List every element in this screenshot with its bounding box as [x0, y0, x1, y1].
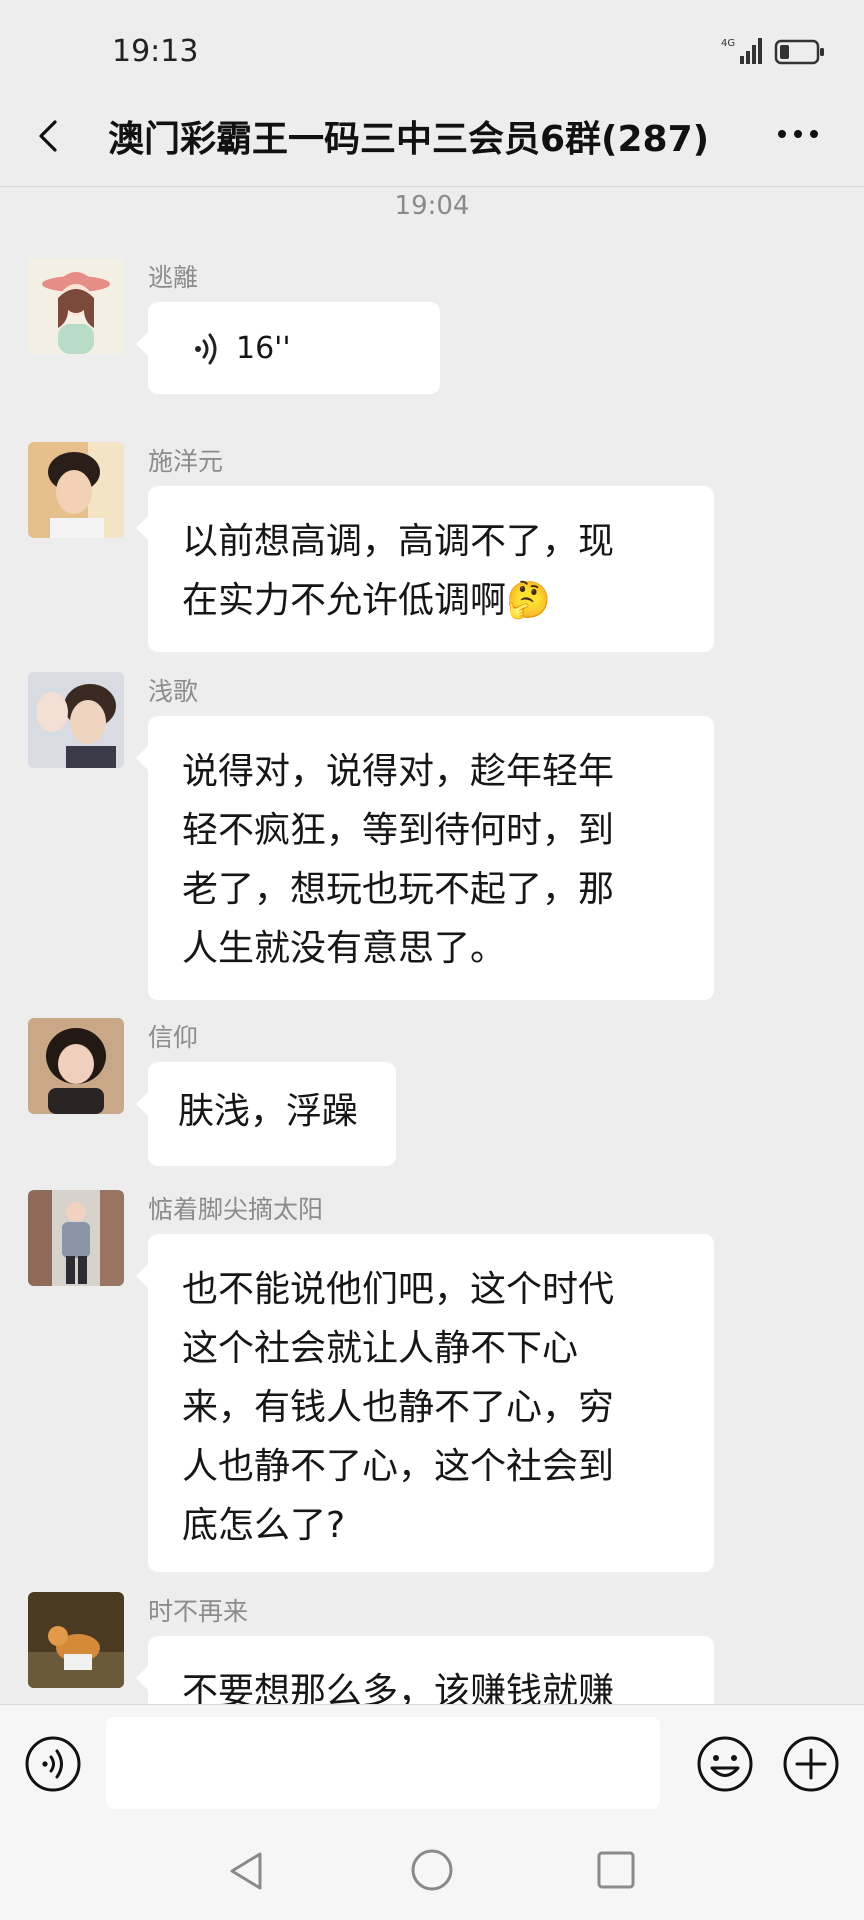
system-nav-bar	[0, 1820, 864, 1920]
avatar[interactable]	[28, 1592, 124, 1688]
message-text-line: 以前想高调，高调不了，现	[182, 521, 615, 562]
avatar[interactable]	[28, 1190, 124, 1286]
message-text-line: 轻不疯狂，等到待何时，到	[182, 810, 615, 851]
message-text-line: 这个社会就让人静不下心	[182, 1328, 579, 1369]
voice-input-icon[interactable]	[24, 1735, 82, 1793]
message-text-line: 底怎么了?	[182, 1505, 346, 1546]
text-message-bubble[interactable]: 说得对，说得对，趁年轻年 轻不疯狂，等到待何时，到 老了，想玩也玩不起了，那 人…	[136, 716, 714, 1000]
voice-message-bubble[interactable]: 16''	[136, 302, 440, 394]
message-text-line: 老了，想玩也玩不起了，那	[182, 869, 615, 910]
more-dots-icon[interactable]	[772, 112, 824, 156]
sender-name: 惦着脚尖摘太阳	[148, 1195, 324, 1224]
message-text-line: 不要想那么多，该赚钱就赚	[182, 1671, 615, 1704]
chat-input-bar	[0, 1704, 864, 1821]
message-text-line: 来，有钱人也静不了心，穷	[182, 1387, 615, 1428]
nav-recent-icon[interactable]	[594, 1848, 638, 1892]
text-message-bubble[interactable]: 也不能说他们吧，这个时代 这个社会就让人静不下心 来，有钱人也静不了心，穷 人也…	[136, 1234, 714, 1572]
message-text-line: 说得对，说得对，趁年轻年	[182, 751, 615, 792]
nav-back-icon[interactable]	[224, 1848, 270, 1894]
message-input[interactable]	[106, 1717, 660, 1809]
message-list[interactable]: 19:04 逃離 16'' 施洋元 以前想高调，高调不了，现 在实力不允许低调啊…	[0, 186, 864, 1704]
plus-icon[interactable]	[782, 1735, 840, 1793]
chat-header: 澳门彩霸王一码三中三会员6群(287)	[0, 100, 864, 187]
sender-name: 施洋元	[148, 447, 224, 476]
signal-icon: 4G	[721, 38, 762, 64]
avatar[interactable]	[28, 258, 124, 354]
sender-name: 逃離	[148, 263, 199, 292]
network-label: 4G	[721, 38, 735, 49]
sender-name: 时不再来	[148, 1597, 249, 1626]
nav-home-icon[interactable]	[408, 1846, 456, 1894]
message-text-line: 人也静不了心，这个社会到	[182, 1446, 615, 1487]
chat-title: 澳门彩霸王一码三中三会员6群(287)	[108, 119, 710, 160]
battery-icon	[774, 39, 824, 65]
voice-duration: 16''	[236, 331, 291, 366]
avatar[interactable]	[28, 1018, 124, 1114]
status-time: 19:13	[112, 34, 199, 69]
status-bar: 19:13 4G	[0, 0, 864, 100]
text-message-bubble[interactable]: 以前想高调，高调不了，现 在实力不允许低调啊🤔	[136, 486, 714, 652]
message-text-line: 在实力不允许低调啊🤔	[182, 580, 551, 621]
avatar[interactable]	[28, 442, 124, 538]
message-text-line: 也不能说他们吧，这个时代	[182, 1269, 615, 1310]
chevron-left-icon[interactable]	[28, 108, 68, 164]
avatar[interactable]	[28, 672, 124, 768]
text-message-bubble[interactable]: 肤浅，浮躁	[136, 1062, 396, 1166]
text-message-bubble[interactable]: 不要想那么多，该赚钱就赚	[136, 1636, 714, 1704]
sender-name: 浅歌	[148, 677, 199, 706]
message-text-line: 人生就没有意思了。	[182, 928, 507, 969]
message-timestamp: 19:04	[394, 191, 470, 221]
emoji-icon[interactable]	[696, 1735, 754, 1793]
message-text-line: 肤浅，浮躁	[178, 1091, 359, 1132]
voice-message-icon	[195, 333, 217, 365]
sender-name: 信仰	[148, 1023, 199, 1052]
